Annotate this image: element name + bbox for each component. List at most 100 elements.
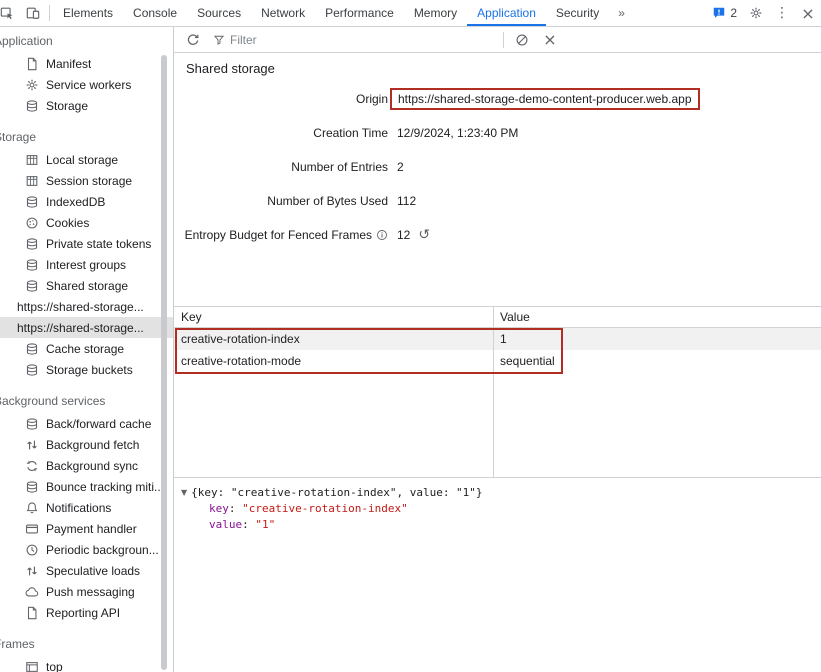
clock-icon: [25, 543, 39, 557]
issues-count: 2: [730, 6, 737, 20]
sidebar-item-reporting-api[interactable]: Reporting API: [0, 602, 173, 623]
table-icon: [25, 174, 39, 188]
tab-sources[interactable]: Sources: [187, 0, 251, 26]
sidebar-item-label: Cookies: [46, 216, 89, 230]
metadata-row-entropy-budget-for-fenced-frames: Entropy Budget for Fenced Frames 12↺: [174, 218, 821, 252]
document-icon: [25, 606, 39, 620]
tab-elements[interactable]: Elements: [53, 0, 123, 26]
sidebar-item-cookies[interactable]: Cookies: [0, 212, 173, 233]
preview-summary-row: ▼ {key: "creative-rotation-index", value…: [181, 485, 821, 501]
tab-performance[interactable]: Performance: [315, 0, 404, 26]
issues-counter[interactable]: 2: [712, 6, 737, 20]
section-header-storage: Storage: [0, 129, 173, 146]
expand-triangle-icon[interactable]: ▼: [181, 485, 187, 501]
sidebar-item-label: Back/forward cache: [46, 417, 151, 431]
tab-memory[interactable]: Memory: [404, 0, 467, 26]
sidebar-item-manifest[interactable]: Manifest: [0, 53, 173, 74]
sidebar-item-service-workers[interactable]: Service workers: [0, 74, 173, 95]
database-icon: [25, 195, 39, 209]
sidebar-item-label: Background fetch: [46, 438, 139, 452]
database-icon: [25, 417, 39, 431]
tab-security[interactable]: Security: [546, 0, 609, 26]
metadata-label-text: Number of Entries: [291, 160, 388, 174]
sidebar-item-background-fetch[interactable]: Background fetch: [0, 434, 173, 455]
database-icon: [25, 279, 39, 293]
sidebar-item-session-storage[interactable]: Session storage: [0, 170, 173, 191]
gear-icon: [749, 6, 763, 20]
sidebar-item-payment-handler[interactable]: Payment handler: [0, 518, 173, 539]
tab-application[interactable]: Application: [467, 0, 546, 26]
device-toolbar-icon[interactable]: [20, 0, 46, 26]
sidebar-item-https-shared-storage[interactable]: https://shared-storage...: [0, 296, 173, 317]
sync-icon: [25, 459, 39, 473]
sidebar-item-label: Cache storage: [46, 342, 124, 356]
table-row[interactable]: creative-rotation-index1: [174, 328, 821, 350]
settings-gear-icon[interactable]: [743, 0, 769, 26]
tabbar-divider: [49, 5, 50, 21]
card-icon: [25, 522, 39, 536]
sidebar-item-push-messaging[interactable]: Push messaging: [0, 581, 173, 602]
filter-icon: [213, 34, 225, 46]
cookie-icon: [25, 216, 39, 230]
metadata-value: https://shared-storage-demo-content-prod…: [388, 88, 700, 110]
more-menu-icon[interactable]: ⋮: [769, 0, 795, 26]
sidebar-item-top[interactable]: top: [0, 656, 173, 672]
sidebar-item-shared-storage[interactable]: Shared storage: [0, 275, 173, 296]
metadata-row-number-of-bytes-used: Number of Bytes Used112: [174, 184, 821, 218]
page-title: Shared storage: [186, 61, 821, 76]
filter-box[interactable]: [208, 30, 498, 50]
sidebar-item-speculative-loads[interactable]: Speculative loads: [0, 560, 173, 581]
section-header-background-services: Background services: [0, 393, 173, 410]
metadata-row-origin: Originhttps://shared-storage-demo-conten…: [174, 82, 821, 116]
preview-pane: ▼ {key: "creative-rotation-index", value…: [174, 477, 821, 672]
tab-network[interactable]: Network: [251, 0, 315, 26]
metadata-label-text: Origin: [356, 92, 388, 106]
inspect-icon[interactable]: [0, 0, 20, 26]
property-name: value: [209, 518, 242, 531]
metadata-value: 12↺: [388, 228, 430, 242]
table-row[interactable]: creative-rotation-modesequential: [174, 350, 821, 372]
metadata-list: Originhttps://shared-storage-demo-conten…: [174, 82, 821, 252]
sidebar-item-background-sync[interactable]: Background sync: [0, 455, 173, 476]
tab-console[interactable]: Console: [123, 0, 187, 26]
sidebar-item-https-shared-storage[interactable]: https://shared-storage...: [0, 317, 173, 338]
metadata-value: 112: [388, 194, 416, 208]
sidebar-item-cache-storage[interactable]: Cache storage: [0, 338, 173, 359]
reset-budget-icon[interactable]: ↺: [418, 228, 430, 242]
delete-all-icon[interactable]: [509, 27, 535, 53]
tabbar-left-icons: [0, 0, 46, 26]
column-header-key[interactable]: Key: [174, 310, 493, 324]
sidebar-item-back-forward-cache[interactable]: Back/forward cache: [0, 413, 173, 434]
sidebar-item-label: Speculative loads: [46, 564, 140, 578]
document-icon: [25, 57, 39, 71]
sidebar-item-bounce-tracking-miti[interactable]: Bounce tracking miti...: [0, 476, 173, 497]
sidebar-item-storage-buckets[interactable]: Storage buckets: [0, 359, 173, 380]
bell-icon: [25, 501, 39, 515]
sidebar-item-periodic-backgroun[interactable]: Periodic backgroun...: [0, 539, 173, 560]
close-panel-icon[interactable]: ×: [537, 27, 563, 53]
metadata-label-text: Entropy Budget for Fenced Frames: [185, 228, 372, 242]
sidebar-item-private-state-tokens[interactable]: Private state tokens: [0, 233, 173, 254]
metadata-label-text: Number of Bytes Used: [267, 194, 388, 208]
sidebar-item-label: Reporting API: [46, 606, 120, 620]
sidebar-item-notifications[interactable]: Notifications: [0, 497, 173, 518]
more-tabs-button[interactable]: »: [609, 0, 634, 26]
column-header-value[interactable]: Value: [493, 310, 821, 324]
sidebar-item-indexeddb[interactable]: IndexedDB: [0, 191, 173, 212]
sidebar-sections: ApplicationManifestService workersStorag…: [0, 33, 173, 672]
filter-input[interactable]: [230, 33, 498, 47]
close-devtools-icon[interactable]: ×: [795, 0, 821, 26]
service-worker-icon: [25, 78, 39, 92]
sidebar-item-label: Push messaging: [46, 585, 135, 599]
database-icon: [25, 342, 39, 356]
refresh-icon[interactable]: [180, 27, 206, 53]
sidebar-item-label: Storage buckets: [46, 363, 133, 377]
sidebar-item-storage[interactable]: Storage: [0, 95, 173, 116]
sidebar-item-label: Periodic backgroun...: [46, 543, 159, 557]
device-toolbar-icon: [26, 6, 40, 20]
sidebar-item-interest-groups[interactable]: Interest groups: [0, 254, 173, 275]
sidebar-scrollbar[interactable]: [161, 55, 167, 670]
sidebar-item-label: Private state tokens: [46, 237, 151, 251]
sidebar-item-local-storage[interactable]: Local storage: [0, 149, 173, 170]
sidebar-item-label: Local storage: [46, 153, 118, 167]
